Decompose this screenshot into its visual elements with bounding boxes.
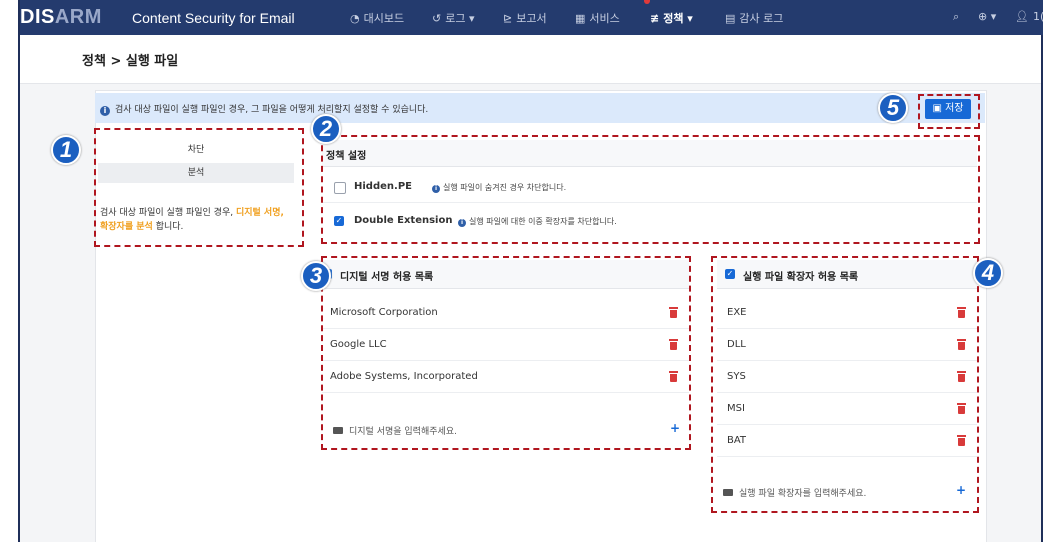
user-menu[interactable]: 👤︎1(ADMIN xyxy=(1015,10,1043,23)
history-icon: ↺ xyxy=(432,12,442,25)
app-window: DISARM Content Security for Email ◔ 대시보드 … xyxy=(18,0,1043,542)
search-icon[interactable]: ⌕ xyxy=(953,10,959,24)
document-icon: ▤ xyxy=(725,12,736,25)
annotation-box-1 xyxy=(94,128,304,247)
nav-report[interactable]: ⊵ 보고서 xyxy=(503,10,547,26)
sliders-icon: ≢ xyxy=(650,12,660,25)
callout-2: 2 xyxy=(311,114,341,144)
annotation-box-4 xyxy=(711,256,979,513)
info-message: i 검사 대상 파일이 실행 파일인 경우, 그 파일을 어떻게 처리할지 설정할… xyxy=(100,102,428,116)
callout-3: 3 xyxy=(301,261,331,291)
callout-5: 5 xyxy=(878,93,908,123)
callout-1: 1 xyxy=(51,135,81,165)
callout-4: 4 xyxy=(973,258,1003,288)
nav-service[interactable]: ▦ 서비스 xyxy=(575,10,620,26)
nav-log[interactable]: ↺ 로그 ▾ xyxy=(432,10,474,26)
nav-policy[interactable]: ≢ 정책 ▾ xyxy=(650,10,693,26)
nav-dashboard[interactable]: ◔ 대시보드 xyxy=(350,10,404,26)
top-navbar: DISARM Content Security for Email ◔ 대시보드 … xyxy=(20,0,1043,35)
pie-chart-icon: ◔ xyxy=(350,12,360,25)
language-selector[interactable]: ⊕ ▾ xyxy=(978,10,996,23)
info-icon: i xyxy=(100,106,110,116)
app-title: Content Security for Email xyxy=(132,10,295,26)
annotation-box-3 xyxy=(321,256,691,450)
grid-icon: ▦ xyxy=(575,12,586,25)
user-icon: 👤︎ xyxy=(1015,10,1029,23)
annotation-box-5 xyxy=(918,94,980,129)
active-nav-marker xyxy=(644,0,650,4)
chart-icon: ⊵ xyxy=(503,12,513,25)
page-title: 정책 > 실행 파일 xyxy=(82,54,179,69)
nav-audit-log[interactable]: ▤ 감사 로그 xyxy=(725,10,783,26)
annotation-box-2 xyxy=(321,135,980,244)
logo[interactable]: DISARM xyxy=(20,6,102,29)
